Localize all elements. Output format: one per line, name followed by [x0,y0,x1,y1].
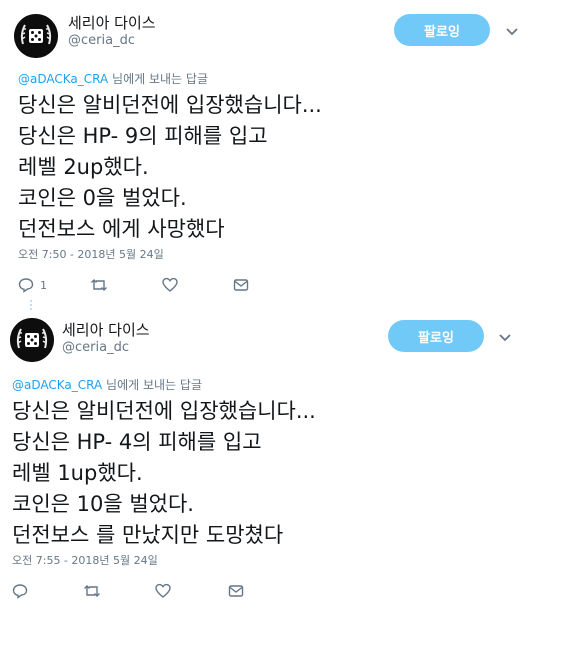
retweet-icon [91,279,107,291]
reply-mention-link[interactable]: @aDACKa_CRA [18,72,108,86]
direct-message-button[interactable] [228,582,244,600]
reply-icon [12,584,28,599]
dice-logo-icon [14,14,58,58]
avatar[interactable] [10,318,54,362]
retweet-button[interactable] [90,276,108,294]
like-button[interactable] [155,582,171,600]
avatar[interactable] [14,14,58,58]
reply-context-label: 님에게 보내는 답글 [102,378,202,392]
reply-button[interactable]: 1 [18,276,47,294]
reply-context-label: 님에게 보내는 답글 [108,72,208,86]
reply-button[interactable] [12,582,34,600]
display-name[interactable]: 세리아 다이스 [68,12,156,33]
retweet-icon [84,585,100,597]
tweet: 세리아 다이스 @ceria_dc 팔로잉 @aDACKa_CRA 님에게 보내… [0,308,566,672]
reply-count: 1 [40,278,47,292]
chevron-down-icon[interactable] [505,23,519,37]
like-icon [155,583,171,598]
direct-message-button[interactable] [233,276,249,294]
tweet-body: 당신은 알비던전에 입장했습니다... 당신은 HP- 4의 피해를 입고 레벨… [12,399,316,547]
message-icon [228,585,244,597]
following-button[interactable]: 팔로잉 [388,320,484,352]
tweet-body: 당신은 알비던전에 입장했습니다... 당신은 HP- 9의 피해를 입고 레벨… [18,93,322,241]
reply-context: @aDACKa_CRA 님에게 보내는 답글 [18,70,208,87]
chevron-down-icon[interactable] [498,329,512,343]
reply-mention-link[interactable]: @aDACKa_CRA [12,378,102,392]
user-handle[interactable]: @ceria_dc [62,340,129,355]
timestamp[interactable]: 오전 7:55 - 2018년 5월 24일 [12,552,158,568]
message-icon [233,279,249,291]
tweet: 세리아 다이스 @ceria_dc 팔로잉 @aDACKa_CRA 님에게 보내… [0,0,566,300]
display-name[interactable]: 세리아 다이스 [62,319,150,340]
user-handle[interactable]: @ceria_dc [68,33,135,48]
reply-context: @aDACKa_CRA 님에게 보내는 답글 [12,376,202,393]
reply-icon [18,278,34,293]
dice-logo-icon [10,318,54,362]
like-button[interactable] [162,276,178,294]
like-icon [162,277,178,292]
retweet-button[interactable] [83,582,101,600]
following-button[interactable]: 팔로잉 [394,14,490,46]
timestamp[interactable]: 오전 7:50 - 2018년 5월 24일 [18,246,164,262]
